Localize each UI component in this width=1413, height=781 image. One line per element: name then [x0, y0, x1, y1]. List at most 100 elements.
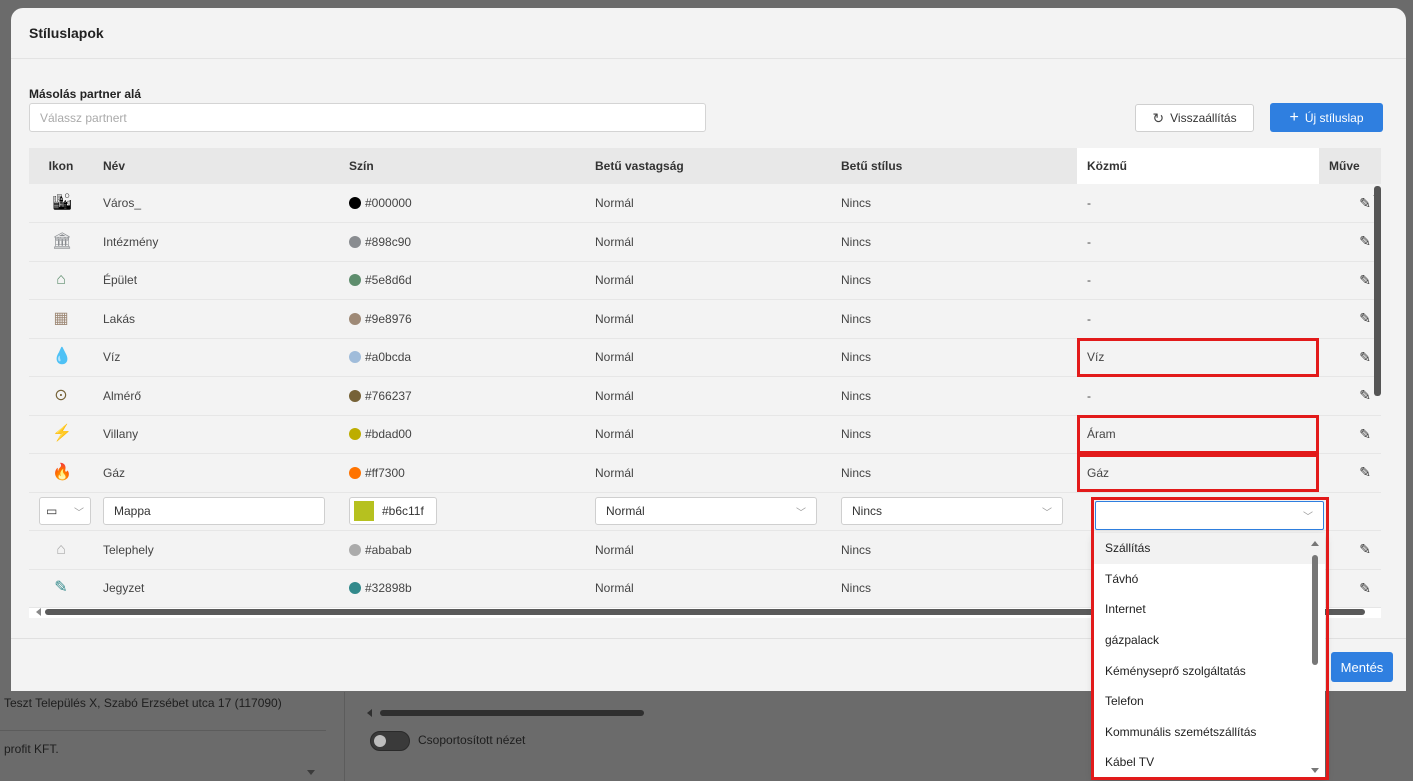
row-color-value: #9e8976: [365, 311, 412, 326]
header-font-style: Betű stílus: [831, 148, 1077, 184]
row-color-value: #ababab: [365, 542, 412, 557]
row-font-weight: Normál: [585, 184, 831, 223]
institution-icon: 🏛: [52, 232, 73, 250]
row-color: #766237: [339, 376, 585, 416]
row-color-value: #a0bcda: [365, 350, 412, 365]
table-row: ⊙ Almérő #766237 Normál Nincs - ✎: [29, 376, 1381, 416]
background-company: profit KFT.: [4, 742, 59, 756]
table-row: ⌂ Épület #5e8d6d Normál Nincs - ✎: [29, 261, 1381, 300]
dropdown-scroll-up-icon[interactable]: [1311, 541, 1319, 546]
row-actions: ✎: [1319, 530, 1381, 570]
row-utility-value: Gáz: [1087, 465, 1110, 480]
dropdown-option[interactable]: Szállítás: [1094, 533, 1325, 564]
reset-button[interactable]: ↻ Visszaállítás: [1135, 104, 1254, 132]
dropdown-option[interactable]: Kábel TV: [1094, 747, 1325, 778]
site-icon: ⌂: [56, 540, 66, 558]
building-icon: ⌂: [56, 271, 66, 289]
table-row: ▦ Lakás #9e8976 Normál Nincs - ✎: [29, 299, 1381, 339]
row-color-value: #32898b: [365, 581, 412, 596]
edit-pencil-icon[interactable]: ✎: [1359, 580, 1371, 596]
table-row: 🔥 Gáz #ff7300 Normál Nincs Gáz ✎: [29, 453, 1381, 493]
utility-select[interactable]: ﹀: [1095, 501, 1324, 530]
new-stylesheet-button[interactable]: + Új stíluslap: [1270, 103, 1383, 132]
font-weight-select-value: Normál: [606, 504, 645, 519]
header-actions: Műve: [1319, 148, 1381, 184]
background-horizontal-scrollbar: [380, 710, 644, 716]
row-font-weight: Normál: [585, 415, 831, 454]
color-dot: [349, 351, 361, 364]
row-name: Telephely: [93, 530, 339, 570]
header-utility: Közmű: [1077, 148, 1319, 184]
row-utility-value: -: [1087, 388, 1091, 403]
table-vertical-scrollbar[interactable]: [1374, 186, 1381, 396]
edit-pencil-icon[interactable]: ✎: [1359, 426, 1371, 442]
icon-select[interactable]: ▭ ﹀: [39, 497, 91, 526]
reset-button-label: Visszaállítás: [1170, 111, 1237, 125]
row-color-value: #bdad00: [365, 427, 412, 442]
header-icon: Ikon: [29, 148, 93, 184]
edit-pencil-icon[interactable]: ✎: [1359, 233, 1371, 249]
row-utility-value: -: [1087, 234, 1091, 249]
row-name: Almérő: [93, 376, 339, 416]
row-font-style: Nincs: [831, 530, 1077, 570]
partner-select-input[interactable]: [29, 103, 706, 132]
row-utility-value: -: [1087, 196, 1091, 210]
row-color: #32898b: [339, 569, 585, 608]
row-font-style: Nincs: [831, 299, 1077, 339]
row-actions: ✎: [1319, 184, 1381, 223]
chevron-down-icon: ﹀: [1042, 507, 1052, 519]
dropdown-option[interactable]: Telefon: [1094, 686, 1325, 717]
row-color: #ff7300: [339, 453, 585, 493]
row-utility: -: [1077, 222, 1319, 262]
dropdown-option[interactable]: Internet: [1094, 594, 1325, 625]
row-name: Intézmény: [93, 222, 339, 262]
table-row: 🏙 Város_ #000000 Normál Nincs - ✎: [29, 184, 1381, 223]
edit-pencil-icon[interactable]: ✎: [1359, 349, 1371, 365]
color-swatch: [354, 501, 374, 522]
water-drop-icon: 💧: [52, 348, 72, 366]
header-color: Szín: [339, 148, 585, 184]
row-font-weight: Normál: [585, 376, 831, 416]
font-style-select[interactable]: Nincs ﹀: [841, 497, 1063, 526]
table-row: ⚡ Villany #bdad00 Normál Nincs Áram ✎: [29, 415, 1381, 454]
background-divider: [0, 730, 326, 731]
dropdown-option[interactable]: Kéményseprő szolgáltatás: [1094, 655, 1325, 686]
font-style-select-value: Nincs: [852, 504, 883, 519]
edit-pencil-icon[interactable]: ✎: [1359, 310, 1371, 326]
color-dot: [349, 312, 361, 325]
modal-title: Stíluslapok: [29, 25, 104, 41]
row-color: #ababab: [339, 530, 585, 570]
row-color-value: #ff7300: [365, 465, 405, 480]
dropdown-scroll-down-icon[interactable]: [1311, 768, 1319, 773]
dropdown-option[interactable]: gázpalack: [1094, 625, 1325, 656]
edit-pencil-icon[interactable]: ✎: [1359, 541, 1371, 557]
font-weight-select[interactable]: Normál ﹀: [595, 497, 817, 526]
dropdown-option[interactable]: Távhó: [1094, 564, 1325, 595]
edit-pencil-icon[interactable]: ✎: [1359, 464, 1371, 480]
edit-pencil-icon[interactable]: ✎: [1359, 387, 1371, 403]
row-name: Villany: [93, 415, 339, 454]
save-button[interactable]: Mentés: [1331, 652, 1393, 682]
modal-title-divider: [11, 58, 1406, 59]
name-input[interactable]: Mappa: [103, 497, 325, 526]
row-utility: -: [1077, 261, 1319, 300]
row-actions: ✎: [1319, 569, 1381, 608]
row-font-weight: Normál: [585, 299, 831, 339]
edit-pencil-icon[interactable]: ✎: [1359, 272, 1371, 288]
background-divider-vertical: [344, 692, 345, 781]
row-color: #bdad00: [339, 415, 585, 454]
dropdown-option[interactable]: Kommunális szemétszállítás: [1094, 717, 1325, 748]
dropdown-scrollbar[interactable]: [1312, 555, 1318, 665]
row-name: Gáz: [93, 453, 339, 493]
row-font-weight: Normál: [585, 338, 831, 377]
color-picker[interactable]: #b6c11f: [349, 497, 437, 526]
meter-icon: ⊙: [54, 386, 68, 404]
row-color-value: #766237: [365, 388, 412, 403]
row-name: Épület: [93, 261, 339, 300]
edit-pencil-icon[interactable]: ✎: [1359, 195, 1371, 211]
row-font-style: Nincs: [831, 415, 1077, 454]
folder-icon: ▭: [46, 504, 58, 519]
note-icon: ✎: [54, 579, 68, 597]
row-color-value: #898c90: [365, 234, 412, 249]
table-scroll-left-icon[interactable]: [36, 608, 41, 616]
